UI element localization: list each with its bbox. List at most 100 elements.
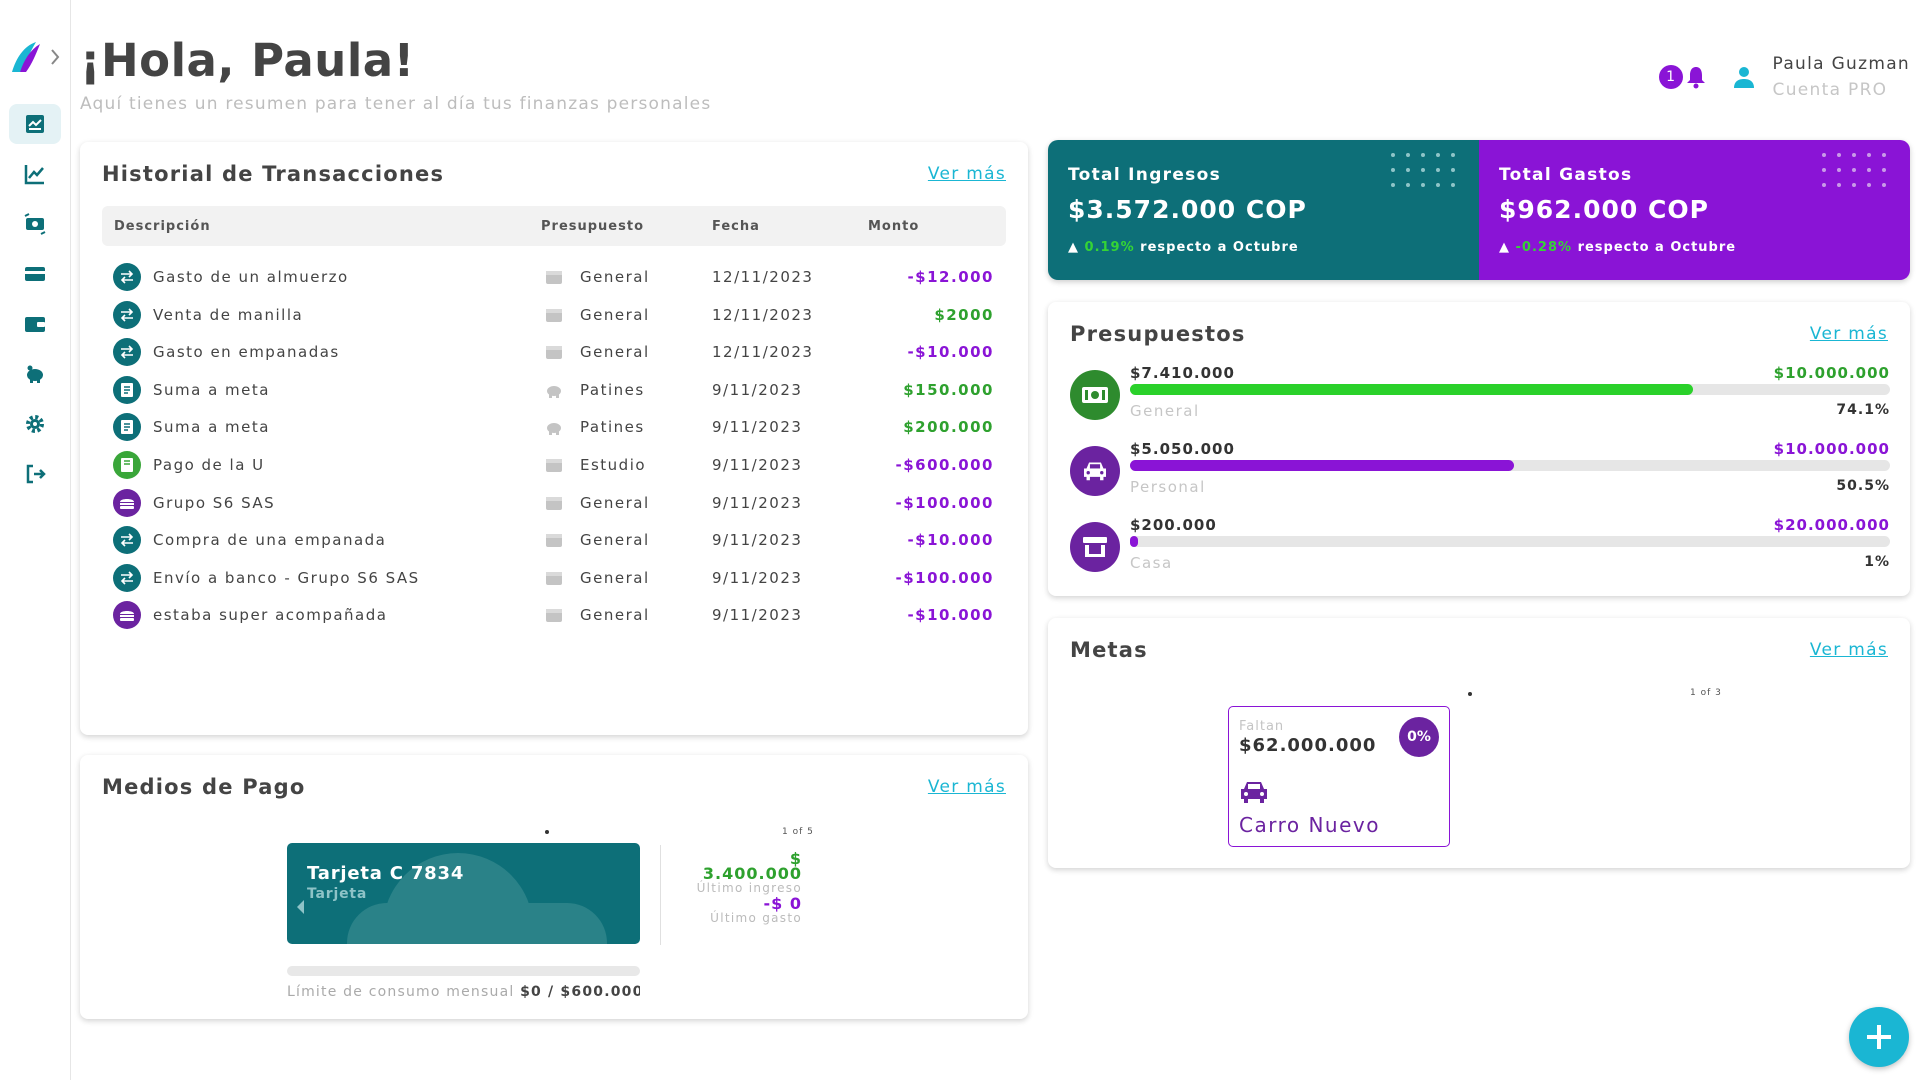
transfer-arrows-icon — [113, 300, 141, 329]
table-row[interactable]: Gasto en empanadas General 12/11/2023 -$10.… — [102, 332, 1006, 372]
carousel-dot[interactable] — [545, 830, 549, 834]
total-expense-label: Total Gastos — [1499, 165, 1633, 185]
budgets-ver-mas-link[interactable]: Ver más — [1810, 324, 1888, 344]
notification-count-badge[interactable]: 1 — [1658, 65, 1683, 89]
col-date: Fecha — [712, 219, 760, 234]
table-row[interactable]: Pago de la U Estudio 9/11/2023 -$600.000 — [102, 445, 1006, 485]
budget-name: Personal — [1130, 478, 1206, 496]
table-row[interactable]: Suma a meta Patines 9/11/2023 $200.000 — [102, 407, 1006, 447]
tx-amount: $2000 — [934, 305, 994, 324]
goals-ver-mas-link[interactable]: Ver más — [1810, 640, 1888, 660]
tx-budget: General — [580, 568, 650, 587]
table-row[interactable]: Grupo S6 SAS General 9/11/2023 -$100.000 — [102, 483, 1006, 523]
table-row[interactable]: Envío a banco - Grupo S6 SAS General 9/11/… — [102, 558, 1006, 598]
tx-amount: $200.000 — [903, 418, 994, 437]
tx-budget: General — [580, 305, 650, 324]
tx-amount: -$12.000 — [907, 268, 994, 286]
budget-item[interactable]: $7.410.000 $10.000.000 General 74.1% — [1070, 364, 1890, 434]
budget-percent: 1% — [1864, 554, 1890, 570]
tx-budget: Patines — [580, 418, 645, 437]
last-expense-label: Último gasto — [710, 911, 802, 925]
table-row[interactable]: estaba super acompañada General 9/11/2023 -… — [102, 595, 1006, 635]
dots-decoration — [1391, 153, 1455, 187]
transactions-table-header: Descripción Presupuesto Fecha Monto — [102, 206, 1006, 246]
nav-settings[interactable] — [9, 404, 61, 444]
payment-card[interactable]: Tarjeta C 7834 Tarjeta — [287, 843, 640, 944]
carousel-prev-icon[interactable] — [297, 900, 304, 914]
total-expense-change: ▲ -0.28% respecto a Octubre — [1499, 240, 1737, 255]
budget-progress-track — [1130, 384, 1890, 395]
tx-description: Grupo S6 SAS — [153, 493, 276, 512]
tx-description: Envío a banco - Grupo S6 SAS — [153, 568, 420, 587]
budget-total: $20.000.000 — [1773, 516, 1890, 534]
goal-card[interactable]: Faltan $62.000.000 0% Carro Nuevo — [1228, 706, 1450, 847]
tx-description: Suma a meta — [153, 418, 270, 437]
user-plan: Cuenta PRO — [1772, 80, 1888, 100]
tx-budget: General — [580, 343, 650, 362]
budget-progress-track — [1130, 460, 1890, 471]
app-logo-icon[interactable] — [10, 40, 62, 74]
car-icon — [1070, 446, 1120, 496]
wallet-icon — [546, 459, 562, 472]
carousel-dot[interactable] — [1468, 692, 1472, 696]
col-description: Descripción — [114, 219, 211, 234]
money-icon — [1070, 370, 1120, 420]
tx-description: Venta de manilla — [153, 305, 304, 324]
transactions-ver-mas-link[interactable]: Ver más — [928, 164, 1006, 184]
add-button[interactable] — [1849, 1007, 1909, 1067]
tx-amount: -$10.000 — [907, 606, 994, 625]
col-amount: Monto — [868, 219, 920, 234]
nav-dashboard[interactable] — [9, 104, 61, 144]
receipt-icon — [113, 413, 141, 442]
table-row[interactable]: Compra de una empanada General 9/11/2023 -$… — [102, 520, 1006, 560]
budget-spent: $200.000 — [1130, 516, 1217, 534]
tx-budget: General — [580, 531, 650, 550]
tx-date: 9/11/2023 — [712, 568, 803, 587]
nav-transactions[interactable] — [9, 204, 61, 244]
col-budget: Presupuesto — [541, 219, 645, 234]
chart-line-icon — [24, 165, 44, 185]
tx-date: 9/11/2023 — [712, 493, 803, 512]
nav-savings[interactable] — [9, 354, 61, 394]
budget-percent: 74.1% — [1836, 402, 1890, 418]
nav-logout[interactable] — [9, 454, 61, 494]
table-row[interactable]: Suma a meta Patines 9/11/2023 $150.000 — [102, 370, 1006, 410]
budget-item[interactable]: $200.000 $20.000.000 Casa 1% — [1070, 516, 1890, 586]
tx-description: Pago de la U — [153, 456, 265, 474]
dashboard-icon — [26, 115, 44, 133]
goals-card: Metas Ver más 1 of 3 Faltan $62.000.000 … — [1048, 618, 1910, 868]
total-income-value: $3.572.000 COP — [1068, 195, 1307, 224]
piggy-bank-icon — [27, 365, 43, 383]
payment-methods-ver-mas-link[interactable]: Ver más — [928, 777, 1006, 797]
last-income-value: 3.400.000 — [702, 864, 802, 883]
table-row[interactable]: Venta de manilla General 12/11/2023 $2000 — [102, 295, 1006, 335]
nav-statistics[interactable] — [9, 154, 61, 194]
wallet-icon — [25, 317, 45, 332]
transactions-card: Historial de Transacciones Ver más Descr… — [80, 142, 1028, 735]
goal-remaining-label: Faltan — [1239, 719, 1285, 734]
receipt-icon — [113, 375, 141, 404]
tx-amount: -$10.000 — [907, 531, 994, 550]
nav-cards[interactable] — [9, 254, 61, 294]
user-info[interactable]: Paula Guzman Cuenta PRO — [1773, 54, 1910, 100]
tx-date: 9/11/2023 — [712, 456, 803, 474]
nav-wallet[interactable] — [9, 304, 61, 344]
total-expense-panel: Total Gastos $962.000 COP ▲ -0.28% respe… — [1479, 140, 1910, 280]
user-icon[interactable] — [1733, 65, 1755, 89]
card-decoration — [347, 903, 607, 944]
settings-icon — [26, 415, 44, 433]
wallet-icon — [546, 271, 562, 284]
store-icon — [1070, 522, 1120, 572]
notebook-icon — [113, 451, 141, 479]
budget-item[interactable]: $5.050.000 $10.000.000 Personal 50.5% — [1070, 440, 1890, 510]
budget-total: $10.000.000 — [1773, 440, 1890, 458]
tx-date: 12/11/2023 — [712, 343, 814, 362]
budget-name: Casa — [1130, 554, 1173, 572]
income-pct: 0.19% — [1084, 240, 1135, 255]
table-row[interactable]: Gasto de un almuerzo General 12/11/2023 -$1… — [102, 257, 1006, 297]
wallet-icon — [546, 609, 562, 623]
bell-icon[interactable] — [1685, 65, 1707, 89]
limit-value: $0 / $600.000 — [520, 984, 640, 1000]
total-income-panel: Total Ingresos $3.572.000 COP ▲ 0.19% re… — [1048, 140, 1479, 280]
wallet-icon — [546, 346, 562, 360]
